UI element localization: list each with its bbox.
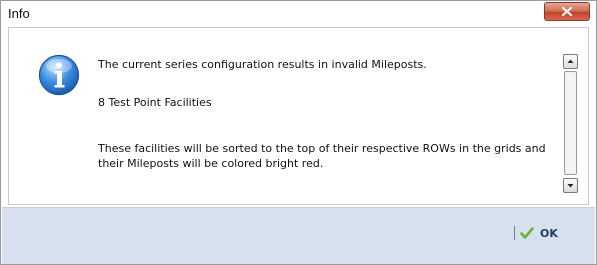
- ok-button[interactable]: OK: [520, 222, 566, 244]
- message-panel: The current series configuration results…: [8, 27, 589, 205]
- title-bar[interactable]: Info: [1, 1, 596, 27]
- message-line-3b: their Mileposts will be colored bright r…: [98, 157, 324, 170]
- info-dialog: Info The current series configuration re…: [0, 0, 597, 265]
- checkmark-icon: [520, 227, 534, 239]
- message-line-1: The current series configuration results…: [98, 58, 427, 71]
- arrow-up-icon: [567, 59, 574, 63]
- arrow-down-icon: [567, 184, 574, 188]
- scroll-down-button[interactable]: [563, 178, 578, 193]
- ok-button-label: OK: [540, 226, 558, 240]
- button-bar: OK: [2, 207, 595, 264]
- window-title: Info: [8, 6, 30, 21]
- scroll-track[interactable]: [564, 71, 577, 175]
- message-line-3a: These facilities will be sorted to the t…: [98, 142, 546, 155]
- vertical-scrollbar[interactable]: [563, 54, 580, 194]
- message-line-3: These facilities will be sorted to the t…: [98, 141, 546, 171]
- scroll-up-button[interactable]: [563, 54, 578, 69]
- close-icon: [562, 7, 572, 16]
- message-line-2: 8 Test Point Facilities: [98, 96, 212, 109]
- info-icon: [38, 54, 80, 96]
- separator: [514, 226, 515, 240]
- close-button[interactable]: [544, 2, 590, 21]
